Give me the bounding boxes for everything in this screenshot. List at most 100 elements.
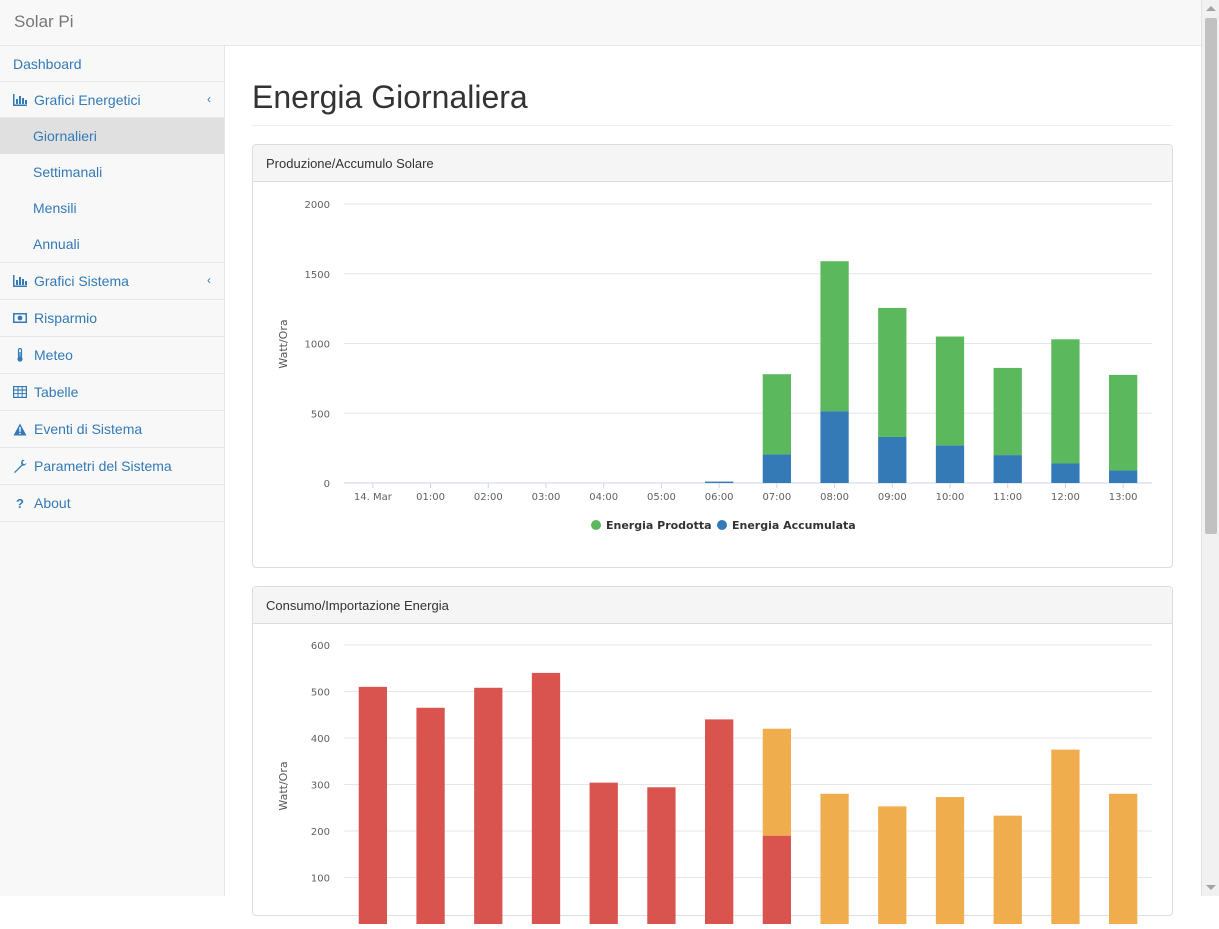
sidebar-item-label: Grafici Sistema xyxy=(34,273,129,289)
y-axis-label: Watt/Ora xyxy=(277,761,290,810)
page-scrollbar[interactable] xyxy=(1201,0,1219,896)
y-tick-label: 500 xyxy=(311,688,330,699)
panel-consumption: Consumo/Importazione Energia 100 200 300 40… xyxy=(252,586,1173,924)
bar-1-10[interactable] xyxy=(935,336,965,446)
y-tick-label: 200 xyxy=(311,827,330,838)
y-tick-label: 2000 xyxy=(305,200,330,211)
x-tick-label: 04:00 xyxy=(589,492,618,503)
x-tick-label: 14. Mar xyxy=(354,492,393,503)
scroll-down-arrow-icon[interactable] xyxy=(1206,885,1216,890)
scroll-up-arrow-icon[interactable] xyxy=(1206,6,1216,11)
y-tick-label: 500 xyxy=(311,409,330,420)
legend-label: Energia Accumulata xyxy=(732,519,856,532)
panel-heading-production: Produzione/Accumulo Solare xyxy=(253,145,1172,182)
bar-0-6[interactable] xyxy=(705,719,734,924)
bar-1-12[interactable] xyxy=(1051,339,1080,464)
bar-1-8[interactable] xyxy=(820,261,849,412)
panel-production: Produzione/Accumulo Solare 0 500 1000 1500 2… xyxy=(252,144,1173,568)
bar-1-9[interactable] xyxy=(878,806,907,924)
y-tick-label: 600 xyxy=(311,641,330,652)
bar-0-8[interactable] xyxy=(820,411,849,483)
legend-label: Energia Prodotta xyxy=(606,519,712,532)
y-tick-label: 100 xyxy=(311,874,330,885)
sidebar-item-about[interactable]: ? About xyxy=(0,485,224,522)
y-tick-label: 1000 xyxy=(305,340,330,351)
x-tick-label: 08:00 xyxy=(820,492,849,503)
submenu-grafici-energetici: Giornalieri Settimanali Mensili Annuali xyxy=(0,118,224,263)
submenu-item-giornalieri[interactable]: Giornalieri xyxy=(0,118,224,154)
bar-0-2[interactable] xyxy=(474,687,503,924)
submenu-item-settimanali[interactable]: Settimanali xyxy=(0,154,224,190)
consumption-chart: 100 200 300 400 500 600 Watt/Ora xyxy=(277,641,1152,924)
bar-chart-icon xyxy=(13,274,27,288)
bar-1-12[interactable] xyxy=(1051,749,1080,924)
sidebar-item-eventi-di-sistema[interactable]: Eventi di Sistema xyxy=(0,411,224,448)
question-icon: ? xyxy=(16,495,24,511)
production-chart: 0 500 1000 1500 2000 Watt/Ora 14. Mar 01:00 02:0… xyxy=(277,200,1152,532)
legend-marker xyxy=(591,520,601,530)
warning-icon xyxy=(13,422,27,436)
bar-0-1[interactable] xyxy=(416,707,445,924)
bar-1-8[interactable] xyxy=(820,793,849,924)
bar-0-5[interactable] xyxy=(647,787,676,924)
y-tick-label: 0 xyxy=(324,479,330,490)
bar-0-13[interactable] xyxy=(1109,470,1138,483)
x-tick-label: 06:00 xyxy=(705,492,734,503)
sidebar-item-dashboard[interactable]: Dashboard xyxy=(0,46,224,82)
bar-1-10[interactable] xyxy=(935,797,965,924)
x-tick-label: 10:00 xyxy=(936,492,965,503)
bar-1-7[interactable] xyxy=(762,374,791,455)
x-tick-label: 05:00 xyxy=(647,492,676,503)
x-tick-label: 02:00 xyxy=(474,492,503,503)
bar-0-7[interactable] xyxy=(762,454,791,483)
bar-0-9[interactable] xyxy=(878,436,907,483)
y-tick-label: 400 xyxy=(311,734,330,745)
brand-title[interactable]: Solar Pi xyxy=(14,12,74,32)
bar-0-4[interactable] xyxy=(589,782,618,924)
sidebar-item-label: Meteo xyxy=(34,347,73,363)
chevron-left-icon: ‹ xyxy=(207,273,211,287)
x-tick-label: 13:00 xyxy=(1109,492,1138,503)
x-tick-label: 12:00 xyxy=(1051,492,1080,503)
bar-0-3[interactable] xyxy=(531,672,561,924)
sidebar-item-parametri-del-sistema[interactable]: Parametri del Sistema xyxy=(0,448,224,485)
thermometer-icon xyxy=(13,348,27,362)
bar-0-11[interactable] xyxy=(993,455,1022,483)
bar-0-0[interactable] xyxy=(358,686,387,924)
bar-1-9[interactable] xyxy=(878,307,907,437)
y-axis-label: Watt/Ora xyxy=(277,319,290,368)
bar-1-11[interactable] xyxy=(993,367,1022,456)
x-tick-label: 11:00 xyxy=(993,492,1022,503)
bar-0-12[interactable] xyxy=(1051,463,1080,483)
bar-0-10[interactable] xyxy=(935,445,965,483)
sidebar-item-grafici-energetici[interactable]: Grafici Energetici ‹ xyxy=(0,82,224,118)
bar-1-13[interactable] xyxy=(1109,374,1138,471)
sidebar-item-label: About xyxy=(34,495,71,511)
y-tick-label: 300 xyxy=(311,781,330,792)
sidebar-item-label: Grafici Energetici xyxy=(34,91,141,108)
scrollbar-thumb[interactable] xyxy=(1205,18,1217,534)
chevron-left-icon: ‹ xyxy=(207,92,211,106)
sidebar-item-risparmio[interactable]: Risparmio xyxy=(0,300,224,337)
bar-1-7[interactable] xyxy=(762,728,791,836)
sidebar-item-label: Eventi di Sistema xyxy=(34,421,143,437)
bar-chart-icon xyxy=(13,93,27,107)
legend-item-0[interactable]: Energia Prodotta xyxy=(591,519,712,532)
submenu-item-annuali[interactable]: Annuali xyxy=(0,226,224,262)
money-icon xyxy=(13,311,27,325)
bar-1-13[interactable] xyxy=(1109,793,1138,924)
main-content: Energia Giornaliera Produzione/Accumulo … xyxy=(226,46,1201,924)
sidebar-item-label: Risparmio xyxy=(34,310,98,326)
bar-1-11[interactable] xyxy=(993,815,1022,924)
table-icon xyxy=(13,385,27,399)
sidebar-item-tabelle[interactable]: Tabelle xyxy=(0,374,224,411)
bar-0-7[interactable] xyxy=(762,835,791,924)
submenu-item-mensili[interactable]: Mensili xyxy=(0,190,224,226)
sidebar-item-meteo[interactable]: Meteo xyxy=(0,337,224,374)
legend-item-1[interactable]: Energia Accumulata xyxy=(717,519,856,532)
bar-0-6[interactable] xyxy=(705,481,734,483)
x-tick-label: 01:00 xyxy=(416,492,445,503)
y-tick-label: 1500 xyxy=(305,270,330,281)
sidebar-item-grafici-sistema[interactable]: Grafici Sistema ‹ xyxy=(0,263,224,300)
sidebar: Dashboard Grafici Energetici ‹ Giornalie… xyxy=(0,46,225,896)
